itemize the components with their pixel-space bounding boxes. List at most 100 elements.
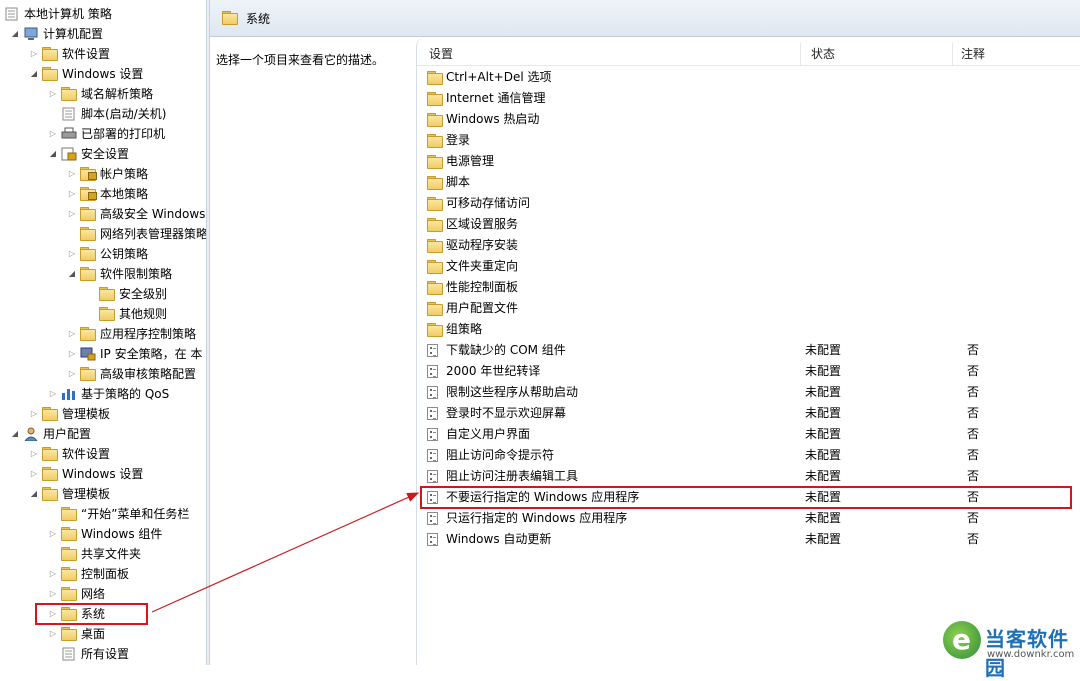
collapse-arrow-icon[interactable]: ◢: [67, 264, 77, 284]
tree-item[interactable]: “开始”菜单和任务栏: [0, 504, 206, 524]
expand-arrow-icon[interactable]: ▷: [67, 364, 77, 384]
category-row[interactable]: 性能控制面板: [417, 277, 1080, 298]
policy-setting-icon: [427, 533, 438, 546]
policy-setting-row[interactable]: 自定义用户界面 未配置 否: [417, 424, 1080, 445]
tree-item-label: 域名解析策略: [81, 87, 154, 101]
tree-item[interactable]: ▷ 软件设置: [0, 444, 206, 464]
category-row[interactable]: Internet 通信管理: [417, 88, 1080, 109]
tree-item[interactable]: 共享文件夹: [0, 544, 206, 564]
collapse-arrow-icon[interactable]: ◢: [10, 424, 20, 444]
category-row[interactable]: 电源管理: [417, 151, 1080, 172]
category-row[interactable]: Ctrl+Alt+Del 选项: [417, 67, 1080, 88]
collapse-arrow-icon[interactable]: ◢: [29, 64, 39, 84]
tree-item[interactable]: ▷ 帐户策略: [0, 164, 206, 184]
expand-arrow-icon[interactable]: ▷: [48, 584, 58, 604]
tree-item[interactable]: 所有设置: [0, 644, 206, 664]
folder-icon: [427, 323, 443, 337]
expand-arrow-icon[interactable]: ▷: [29, 444, 39, 464]
policy-setting-row[interactable]: 2000 年世纪转译 未配置 否: [417, 361, 1080, 382]
expand-arrow-icon[interactable]: ▷: [48, 524, 58, 544]
category-row[interactable]: 区域设置服务: [417, 214, 1080, 235]
collapse-arrow-icon[interactable]: ◢: [10, 24, 20, 44]
folder-icon: [42, 67, 58, 81]
tree-item[interactable]: 安全级别: [0, 284, 206, 304]
policy-setting-row[interactable]: 下载缺少的 COM 组件 未配置 否: [417, 340, 1080, 361]
expand-arrow-icon[interactable]: ▷: [67, 344, 77, 364]
collapse-arrow-icon[interactable]: ◢: [48, 144, 58, 164]
all-settings-icon: [61, 647, 77, 661]
tree-item[interactable]: ▷ 本地策略: [0, 184, 206, 204]
column-header-setting[interactable]: 设置: [417, 43, 801, 65]
folder-icon: [427, 260, 443, 274]
expand-arrow-icon[interactable]: ▷: [67, 184, 77, 204]
tree-item[interactable]: ▷ 高级审核策略配置: [0, 364, 206, 384]
category-row[interactable]: Windows 热启动: [417, 109, 1080, 130]
tree-item[interactable]: ▷ Windows 组件: [0, 524, 206, 544]
tree-item[interactable]: ◢ 管理模板: [0, 484, 206, 504]
policy-setting-row[interactable]: 只运行指定的 Windows 应用程序 未配置 否: [417, 508, 1080, 529]
tree-item[interactable]: 本地计算机 策略: [0, 4, 206, 24]
tree-item[interactable]: ▷ IP 安全策略，在 本: [0, 344, 206, 364]
folder-icon: [42, 447, 58, 461]
tree-item[interactable]: ▷ 管理模板: [0, 404, 206, 424]
folder-icon: [427, 302, 443, 316]
tree-item[interactable]: ▷ 应用程序控制策略: [0, 324, 206, 344]
expand-arrow-icon[interactable]: ▷: [67, 324, 77, 344]
expand-arrow-icon[interactable]: ▷: [29, 404, 39, 424]
setting-note: 否: [967, 448, 980, 462]
tree-item[interactable]: ▷ 已部署的打印机: [0, 124, 206, 144]
policy-setting-row[interactable]: 限制这些程序从帮助启动 未配置 否: [417, 382, 1080, 403]
tree-item[interactable]: ▷ 基于策略的 QoS: [0, 384, 206, 404]
tree-item[interactable]: ◢ 软件限制策略: [0, 264, 206, 284]
category-row[interactable]: 登录: [417, 130, 1080, 151]
policy-setting-row[interactable]: 登录时不显示欢迎屏幕 未配置 否: [417, 403, 1080, 424]
policy-setting-row[interactable]: 阻止访问注册表编辑工具 未配置 否: [417, 466, 1080, 487]
tree-item[interactable]: 网络列表管理器策略: [0, 224, 206, 244]
tree-item[interactable]: 脚本(启动/关机): [0, 104, 206, 124]
folder-icon: [42, 467, 58, 481]
category-row[interactable]: 脚本: [417, 172, 1080, 193]
category-row[interactable]: 组策略: [417, 319, 1080, 340]
tree-item-label: 控制面板: [81, 567, 130, 581]
expand-arrow-icon[interactable]: ▷: [48, 384, 58, 404]
site-watermark: 当客软件园 www.downkr.com: [943, 621, 1080, 680]
tree-item[interactable]: ▷ 控制面板: [0, 564, 206, 584]
tree-item[interactable]: ▷ 网络: [0, 584, 206, 604]
setting-name: 限制这些程序从帮助启动: [446, 385, 579, 399]
tree-item[interactable]: ◢ 计算机配置: [0, 24, 206, 44]
tree-item[interactable]: ▷ 公钥策略: [0, 244, 206, 264]
expand-arrow-icon[interactable]: ▷: [29, 464, 39, 484]
expand-arrow-icon[interactable]: ▷: [67, 204, 77, 224]
column-header-state[interactable]: 状态: [801, 43, 953, 65]
tree-item[interactable]: ▷ Windows 设置: [0, 464, 206, 484]
column-header-note[interactable]: 注释: [953, 43, 1080, 65]
expand-arrow-icon[interactable]: ▷: [48, 564, 58, 584]
tree-item[interactable]: ▷ 软件设置: [0, 44, 206, 64]
expand-arrow-icon[interactable]: ▷: [48, 624, 58, 644]
policy-setting-row[interactable]: Windows 自动更新 未配置 否: [417, 529, 1080, 550]
tree-item[interactable]: ▷ 高级安全 Windows: [0, 204, 206, 224]
tree-item[interactable]: ▷ 域名解析策略: [0, 84, 206, 104]
expand-arrow-icon[interactable]: ▷: [67, 244, 77, 264]
expand-arrow-icon[interactable]: ▷: [48, 84, 58, 104]
tree-item[interactable]: ◢ Windows 设置: [0, 64, 206, 84]
tree-item[interactable]: ◢ 安全设置: [0, 144, 206, 164]
tree-item[interactable]: ◢ 用户配置: [0, 424, 206, 444]
computer-icon: [23, 27, 39, 41]
category-row[interactable]: 驱动程序安装: [417, 235, 1080, 256]
tree-item[interactable]: ▷ 桌面: [0, 624, 206, 644]
category-row[interactable]: 文件夹重定向: [417, 256, 1080, 277]
setting-state: 未配置: [805, 364, 842, 378]
category-row[interactable]: 可移动存储访问: [417, 193, 1080, 214]
setting-name: 2000 年世纪转译: [446, 364, 541, 378]
setting-name: 组策略: [446, 322, 483, 336]
collapse-arrow-icon[interactable]: ◢: [29, 484, 39, 504]
tree-item-label: 软件设置: [62, 47, 111, 61]
folder-icon: [42, 47, 58, 61]
expand-arrow-icon[interactable]: ▷: [48, 124, 58, 144]
category-row[interactable]: 用户配置文件: [417, 298, 1080, 319]
policy-setting-row[interactable]: 阻止访问命令提示符 未配置 否: [417, 445, 1080, 466]
expand-arrow-icon[interactable]: ▷: [29, 44, 39, 64]
expand-arrow-icon[interactable]: ▷: [67, 164, 77, 184]
tree-item[interactable]: 其他规则: [0, 304, 206, 324]
